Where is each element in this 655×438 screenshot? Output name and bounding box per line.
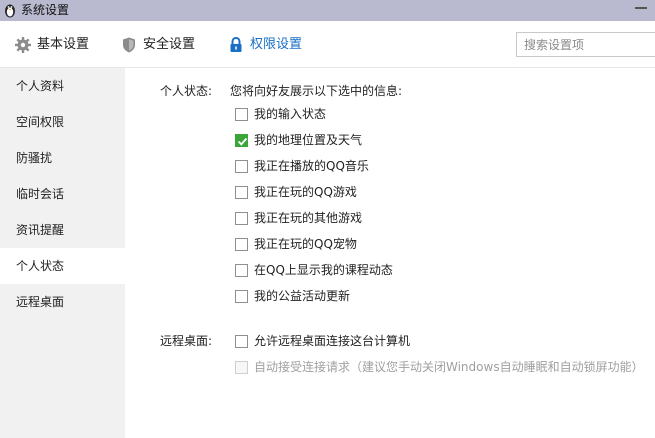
checkbox[interactable] [235, 211, 248, 225]
tab-security-settings[interactable]: 安全设置 [120, 35, 195, 55]
sidebar-item-personal-status[interactable]: 个人状态 [0, 248, 125, 284]
checkbox[interactable] [235, 159, 248, 173]
option-label: 允许远程桌面连接这台计算机 [254, 334, 411, 348]
checkbox[interactable] [235, 289, 248, 303]
checkbox[interactable] [235, 107, 248, 121]
tab-label: 权限设置 [250, 37, 303, 52]
sidebar: 个人资料 空间权限 防骚扰 临时会话 资讯提醒 个人状态 远程桌面 [0, 68, 125, 438]
sidebar-item-anti-harassment[interactable]: 防骚扰 [0, 140, 125, 176]
tab-basic-settings[interactable]: 基本设置 [14, 35, 89, 55]
sidebar-item-space-permission[interactable]: 空间权限 [0, 104, 125, 140]
option-qq-pet[interactable]: 我正在玩的QQ宠物 [235, 236, 357, 252]
option-label: 我正在播放的QQ音乐 [254, 159, 369, 173]
option-course-activity[interactable]: 在QQ上显示我的课程动态 [235, 262, 393, 278]
gear-icon [15, 37, 31, 53]
sidebar-item-label: 空间权限 [16, 115, 65, 129]
minimize-icon[interactable] [635, 7, 647, 9]
checkbox-disabled [235, 360, 248, 374]
option-other-game[interactable]: 我正在玩的其他游戏 [235, 210, 362, 226]
option-auto-accept-connection: 自动接受连接请求（建议您手动关闭Windows自动睡眠和自动锁屏功能） [235, 359, 644, 375]
search-input[interactable] [517, 33, 655, 56]
option-allow-remote-desktop[interactable]: 允许远程桌面连接这台计算机 [235, 333, 410, 349]
checkbox[interactable] [235, 185, 248, 199]
checkbox[interactable] [235, 237, 248, 251]
shield-icon [123, 37, 135, 53]
sidebar-item-label: 个人资料 [16, 79, 65, 93]
checkmark-icon [237, 137, 248, 146]
tab-label: 安全设置 [143, 37, 196, 52]
penguin-logo-icon [5, 4, 15, 18]
checkbox-checked[interactable] [235, 133, 248, 147]
option-qq-music[interactable]: 我正在播放的QQ音乐 [235, 158, 369, 174]
tab-label: 基本设置 [37, 37, 90, 52]
sidebar-item-news-alert[interactable]: 资讯提醒 [0, 212, 125, 248]
option-qq-game[interactable]: 我正在玩的QQ游戏 [235, 184, 357, 200]
checkbox[interactable] [235, 334, 248, 348]
option-label: 我正在玩的其他游戏 [254, 211, 363, 225]
sidebar-item-profile[interactable]: 个人资料 [0, 68, 125, 104]
option-label: 我的地理位置及天气 [254, 133, 363, 147]
option-charity-update[interactable]: 我的公益活动更新 [235, 288, 350, 304]
window-titlebar: 系统设置 [0, 0, 655, 21]
sidebar-item-remote-desktop[interactable]: 远程桌面 [0, 284, 125, 320]
checkbox[interactable] [235, 263, 248, 277]
settings-content: 个人状态: 您将向好友展示以下选中的信息: 我的输入状态 我的地理位置及天气 我… [125, 68, 655, 438]
option-label: 自动接受连接请求（建议您手动关闭Windows自动睡眠和自动锁屏功能） [254, 360, 644, 374]
window-title: 系统设置 [21, 3, 70, 17]
sidebar-item-label: 个人状态 [16, 259, 65, 273]
option-label: 在QQ上显示我的课程动态 [254, 263, 393, 277]
option-label: 我的公益活动更新 [254, 289, 351, 303]
option-label: 我正在玩的QQ宠物 [254, 237, 357, 251]
remote-desktop-label: 远程桌面: [160, 334, 213, 348]
tab-permission-settings[interactable]: 权限设置 [227, 35, 302, 55]
sidebar-item-label: 防骚扰 [16, 151, 53, 165]
personal-status-label: 个人状态: [160, 84, 213, 98]
option-location-weather[interactable]: 我的地理位置及天气 [235, 132, 362, 148]
sidebar-item-temp-chat[interactable]: 临时会话 [0, 176, 125, 212]
sidebar-item-label: 资讯提醒 [16, 223, 65, 237]
option-typing-status[interactable]: 我的输入状态 [235, 106, 326, 122]
option-label: 我正在玩的QQ游戏 [254, 185, 357, 199]
lock-icon [230, 36, 242, 52]
sidebar-item-label: 临时会话 [16, 187, 65, 201]
option-label: 我的输入状态 [254, 107, 327, 121]
sidebar-item-label: 远程桌面 [16, 295, 65, 309]
settings-search-box [516, 32, 655, 57]
personal-status-description: 您将向好友展示以下选中的信息: [230, 84, 403, 98]
